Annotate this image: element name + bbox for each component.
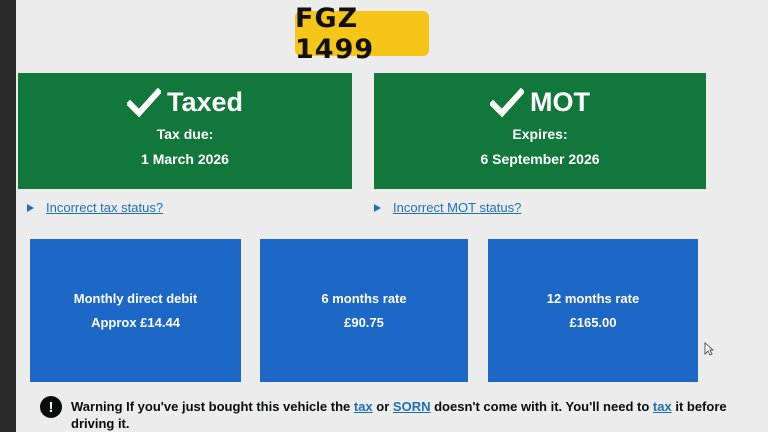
check-icon: [126, 87, 161, 117]
screen-edge: [0, 0, 16, 432]
rate-title: 6 months rate: [321, 291, 407, 306]
mot-status-heading: MOT: [490, 87, 590, 118]
mouse-cursor-icon: [704, 342, 714, 356]
warning-middle: doesn't come with it. You'll need to: [434, 399, 650, 414]
tax-it-link[interactable]: tax: [653, 399, 672, 414]
check-icon: [490, 87, 524, 117]
tax-link[interactable]: tax: [354, 399, 373, 414]
incorrect-tax-status-link[interactable]: Incorrect tax status?: [46, 200, 163, 215]
mot-status-details[interactable]: Incorrect MOT status?: [374, 200, 521, 215]
rate-amount: £90.75: [344, 315, 384, 330]
warning-prefix: Warning If you've just bought this vehic…: [71, 399, 351, 414]
registration-plate: FGZ 1499: [295, 3, 429, 65]
warning-or: or: [376, 399, 390, 414]
rate-card-6-months[interactable]: 6 months rate £90.75: [260, 239, 468, 382]
incorrect-mot-status-link[interactable]: Incorrect MOT status?: [393, 200, 521, 215]
rate-card-12-months[interactable]: 12 months rate £165.00: [488, 239, 698, 382]
rate-title: Monthly direct debit: [73, 291, 198, 306]
mot-status-title: MOT: [530, 87, 590, 117]
rate-amount: £165.00: [569, 315, 617, 330]
triangle-right-icon: [27, 203, 34, 212]
tax-status-heading: Taxed: [126, 87, 244, 118]
tax-status-title: Taxed: [166, 87, 244, 117]
tax-due-label: Tax due:: [156, 126, 214, 142]
warning-icon: !: [40, 396, 62, 418]
mot-status-panel: MOT Expires: 6 September 2026: [374, 73, 706, 189]
mot-expires-label: Expires:: [512, 126, 568, 142]
triangle-right-icon: [374, 203, 381, 212]
warning-text: Warning If you've just bought this vehic…: [71, 398, 740, 432]
tax-status-panel: Taxed Tax due: 1 March 2026: [18, 73, 352, 189]
rate-title: 12 months rate: [546, 291, 640, 306]
tax-due-date: 1 March 2026: [141, 151, 229, 167]
tax-status-details[interactable]: Incorrect tax status?: [27, 200, 163, 215]
rate-amount: Approx £14.44: [91, 315, 180, 330]
warning-notice: ! Warning If you've just bought this veh…: [40, 396, 740, 432]
sorn-link[interactable]: SORN: [393, 399, 431, 414]
rate-card-monthly[interactable]: Monthly direct debit Approx £14.44: [30, 239, 241, 382]
mot-expiry-date: 6 September 2026: [480, 151, 600, 167]
